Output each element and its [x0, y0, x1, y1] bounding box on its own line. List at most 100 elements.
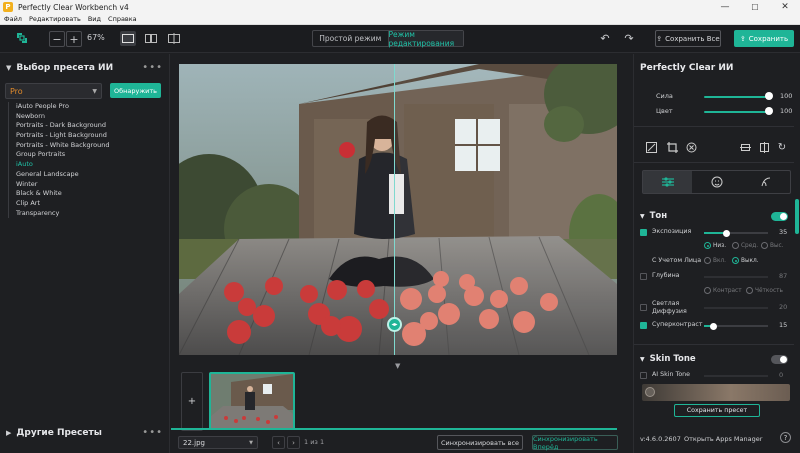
- preset-item[interactable]: Group Portraits: [9, 150, 158, 160]
- split-view-icon[interactable]: [166, 31, 182, 46]
- exposure-mid-radio[interactable]: Сред.: [732, 242, 758, 249]
- tone-toggle[interactable]: [771, 212, 788, 221]
- redo-icon[interactable]: ↷: [622, 31, 636, 45]
- ai-skin-tone-checkbox[interactable]: [640, 372, 647, 379]
- save-button[interactable]: ⇪ Сохранить: [734, 30, 794, 47]
- more-options-icon[interactable]: •••: [142, 62, 163, 73]
- preset-item[interactable]: Winter: [9, 180, 158, 190]
- preset-item[interactable]: Black & White: [9, 189, 158, 199]
- preset-item[interactable]: Newborn: [9, 112, 158, 122]
- other-presets-header[interactable]: ▶ Другие Пресеты: [6, 428, 102, 438]
- depth-slider-track[interactable]: [704, 276, 768, 278]
- strength-value: 100: [780, 92, 793, 100]
- side-by-side-view-icon[interactable]: [143, 31, 159, 46]
- exposure-slider-track[interactable]: [704, 229, 768, 237]
- app-logo-icon: P: [3, 2, 13, 12]
- simple-mode-tab[interactable]: Простой режим: [313, 31, 389, 46]
- color-slider-knob[interactable]: [765, 107, 773, 115]
- tone-section-header[interactable]: ▼ Тон: [640, 211, 667, 221]
- page-counter: 1 из 1: [304, 438, 325, 446]
- detect-button[interactable]: Обнаружить: [110, 83, 161, 98]
- preset-item[interactable]: Clip Art: [9, 199, 158, 209]
- help-icon[interactable]: ?: [780, 432, 791, 443]
- menu-help[interactable]: Справка: [108, 15, 137, 23]
- compare-icon[interactable]: [738, 140, 752, 154]
- maximize-button[interactable]: ☐: [740, 0, 770, 14]
- levels-icon[interactable]: [644, 140, 658, 154]
- preset-item[interactable]: Portraits - Light Background: [9, 131, 158, 141]
- ai-skin-tone-slider-track[interactable]: [704, 375, 768, 377]
- sync-all-button[interactable]: Синхронизировать все: [437, 435, 523, 450]
- close-button[interactable]: ✕: [770, 0, 800, 14]
- panel-scrollbar[interactable]: [795, 199, 799, 234]
- supercontrast-slider-track[interactable]: [704, 322, 768, 330]
- edit-mode-tab[interactable]: Режим редактирования: [388, 30, 463, 48]
- effects-tab-icon[interactable]: [741, 171, 790, 193]
- crop-icon[interactable]: [665, 140, 679, 154]
- sync-forward-button[interactable]: Синхронизировать Вперёд: [532, 435, 618, 451]
- preset-item-active[interactable]: iAuto: [9, 160, 158, 170]
- face-on-label: Вкл.: [713, 257, 727, 264]
- minimize-button[interactable]: —: [710, 0, 740, 14]
- preset-item[interactable]: Portraits - Dark Background: [9, 121, 158, 131]
- skin-swatch-icon[interactable]: [645, 387, 655, 397]
- face-aware-off-radio[interactable]: Выкл.: [732, 257, 759, 264]
- divider: [634, 162, 794, 163]
- zoom-out-button[interactable]: −: [49, 31, 65, 47]
- filmstrip-toggle-icon[interactable]: ▼: [395, 362, 400, 370]
- next-image-button[interactable]: ›: [287, 436, 300, 449]
- strength-slider-knob[interactable]: [765, 92, 773, 100]
- open-apps-manager-link[interactable]: Открыть Apps Manager: [684, 435, 762, 443]
- preset-item[interactable]: General Landscape: [9, 170, 158, 180]
- color-label: Цвет: [656, 107, 673, 115]
- skin-tone-title: Skin Tone: [649, 354, 696, 364]
- undo-icon[interactable]: ↶: [598, 31, 612, 45]
- file-dropdown[interactable]: 22.jpg ▼: [178, 436, 258, 449]
- export-icon: ⇪: [656, 34, 663, 43]
- menu-file[interactable]: Файл: [4, 15, 22, 23]
- collapse-triangle-icon: ▼: [640, 212, 645, 220]
- save-all-button[interactable]: ⇪ Сохранить Все: [655, 30, 721, 47]
- depth-contrast-radio[interactable]: Контраст: [704, 287, 742, 294]
- previous-image-button[interactable]: ‹: [272, 436, 285, 449]
- depth-checkbox[interactable]: [640, 273, 647, 280]
- diffusion-checkbox[interactable]: [640, 304, 647, 311]
- ai-preset-section-header[interactable]: ▼ Выбор пресета ИИ: [6, 63, 113, 73]
- mirror-icon[interactable]: [757, 140, 771, 154]
- diffusion-slider-track[interactable]: [704, 307, 768, 309]
- title-bar: P Perfectly Clear Workbench v4 — ☐ ✕: [0, 0, 800, 14]
- preset-item[interactable]: Portraits - White Background: [9, 141, 158, 151]
- face-aware-on-radio[interactable]: Вкл.: [704, 257, 726, 264]
- add-image-button[interactable]: +: [181, 372, 203, 431]
- menu-view[interactable]: Вид: [88, 15, 101, 23]
- exposure-high-radio[interactable]: Выс.: [761, 242, 784, 249]
- reset-circle-icon[interactable]: [684, 140, 698, 154]
- exposure-checkbox[interactable]: [640, 229, 647, 236]
- strength-slider-track[interactable]: [704, 96, 768, 98]
- depth-clarity-radio[interactable]: Чёткость: [746, 287, 783, 294]
- more-options-icon[interactable]: •••: [142, 427, 163, 438]
- divider: [634, 344, 794, 345]
- face-retouch-tab-icon[interactable]: [692, 171, 741, 193]
- image-thumbnail[interactable]: [209, 372, 295, 430]
- exposure-slider-knob[interactable]: [722, 229, 730, 237]
- supercontrast-slider-knob[interactable]: [710, 322, 718, 330]
- rotate-icon[interactable]: ↻: [775, 140, 789, 154]
- supercontrast-checkbox[interactable]: [640, 322, 647, 329]
- preset-item[interactable]: iAuto People Pro: [9, 102, 158, 112]
- single-view-icon[interactable]: [120, 31, 136, 46]
- save-preset-button[interactable]: Сохранить пресет: [674, 404, 760, 417]
- exposure-low-radio[interactable]: Низ.: [704, 242, 726, 249]
- split-handle-icon[interactable]: ◂▸: [387, 317, 402, 332]
- preset-dropdown[interactable]: Pro ▼: [5, 83, 102, 99]
- skin-tone-gradient[interactable]: [642, 384, 790, 401]
- before-after-divider[interactable]: [394, 64, 395, 355]
- sliders-tab-icon[interactable]: [643, 171, 692, 193]
- menu-edit[interactable]: Редактировать: [29, 15, 81, 23]
- zoom-in-button[interactable]: +: [66, 31, 82, 47]
- color-slider-track[interactable]: [704, 111, 768, 113]
- preset-item[interactable]: Transparency: [9, 209, 158, 219]
- skin-tone-toggle[interactable]: [771, 355, 788, 364]
- photo-preview[interactable]: ◂▸: [179, 64, 617, 355]
- skin-tone-section-header[interactable]: ▼ Skin Tone: [640, 354, 696, 364]
